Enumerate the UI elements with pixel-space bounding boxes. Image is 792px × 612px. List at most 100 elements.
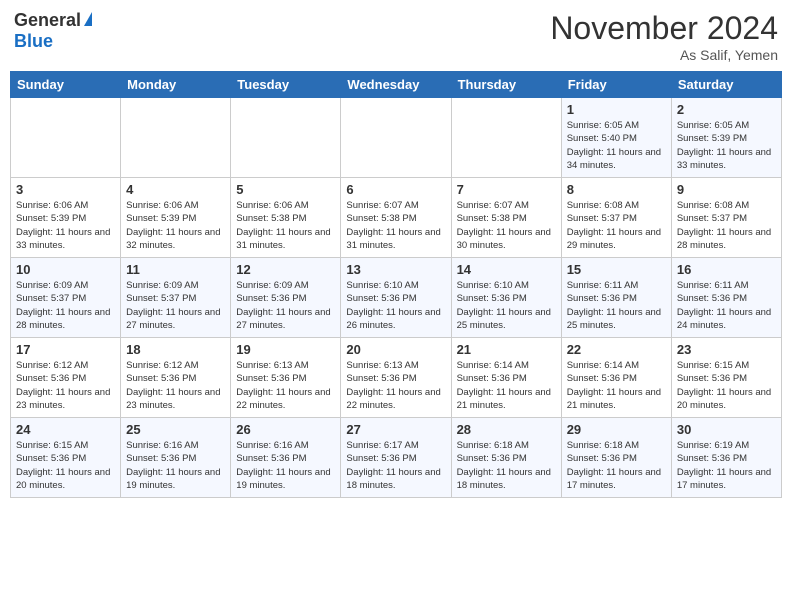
logo-general-text: General: [14, 10, 81, 31]
day-info: Sunrise: 6:07 AM Sunset: 5:38 PM Dayligh…: [457, 199, 556, 252]
day-number: 5: [236, 182, 335, 197]
day-cell: 24 Sunrise: 6:15 AM Sunset: 5:36 PM Dayli…: [11, 418, 121, 498]
day-cell: 19 Sunrise: 6:13 AM Sunset: 5:36 PM Dayli…: [231, 338, 341, 418]
day-number: 4: [126, 182, 225, 197]
day-number: 28: [457, 422, 556, 437]
day-info: Sunrise: 6:14 AM Sunset: 5:36 PM Dayligh…: [567, 359, 666, 412]
day-info: Sunrise: 6:06 AM Sunset: 5:39 PM Dayligh…: [16, 199, 115, 252]
day-cell: 30 Sunrise: 6:19 AM Sunset: 5:36 PM Dayli…: [671, 418, 781, 498]
day-number: 6: [346, 182, 445, 197]
day-number: 15: [567, 262, 666, 277]
day-info: Sunrise: 6:09 AM Sunset: 5:37 PM Dayligh…: [16, 279, 115, 332]
weekday-header-sunday: Sunday: [11, 72, 121, 98]
day-info: Sunrise: 6:09 AM Sunset: 5:36 PM Dayligh…: [236, 279, 335, 332]
day-info: Sunrise: 6:13 AM Sunset: 5:36 PM Dayligh…: [236, 359, 335, 412]
day-cell: 1Sunrise: 6:05 AM Sunset: 5:40 PM Daylig…: [561, 98, 671, 178]
day-number: 27: [346, 422, 445, 437]
day-info: Sunrise: 6:07 AM Sunset: 5:38 PM Dayligh…: [346, 199, 445, 252]
day-number: 30: [677, 422, 776, 437]
day-number: 22: [567, 342, 666, 357]
weekday-header-monday: Monday: [121, 72, 231, 98]
day-number: 29: [567, 422, 666, 437]
day-number: 7: [457, 182, 556, 197]
day-cell: 13 Sunrise: 6:10 AM Sunset: 5:36 PM Dayli…: [341, 258, 451, 338]
weekday-header-saturday: Saturday: [671, 72, 781, 98]
day-info: Sunrise: 6:11 AM Sunset: 5:36 PM Dayligh…: [567, 279, 666, 332]
calendar-week-row: 24 Sunrise: 6:15 AM Sunset: 5:36 PM Dayli…: [11, 418, 782, 498]
day-number: 24: [16, 422, 115, 437]
day-cell: 23 Sunrise: 6:15 AM Sunset: 5:36 PM Dayli…: [671, 338, 781, 418]
weekday-header-friday: Friday: [561, 72, 671, 98]
day-cell: 8 Sunrise: 6:08 AM Sunset: 5:37 PM Daylig…: [561, 178, 671, 258]
day-cell: 12 Sunrise: 6:09 AM Sunset: 5:36 PM Dayli…: [231, 258, 341, 338]
day-info: Sunrise: 6:12 AM Sunset: 5:36 PM Dayligh…: [16, 359, 115, 412]
day-info: Sunrise: 6:08 AM Sunset: 5:37 PM Dayligh…: [677, 199, 776, 252]
day-cell: 5Sunrise: 6:06 AM Sunset: 5:38 PM Daylig…: [231, 178, 341, 258]
day-info: Sunrise: 6:10 AM Sunset: 5:36 PM Dayligh…: [346, 279, 445, 332]
logo-triangle-icon: [84, 12, 92, 26]
day-number: 11: [126, 262, 225, 277]
day-info: Sunrise: 6:17 AM Sunset: 5:36 PM Dayligh…: [346, 439, 445, 492]
day-info: Sunrise: 6:16 AM Sunset: 5:36 PM Dayligh…: [236, 439, 335, 492]
day-info: Sunrise: 6:10 AM Sunset: 5:36 PM Dayligh…: [457, 279, 556, 332]
day-number: 1: [567, 102, 666, 117]
month-title: November 2024: [550, 10, 778, 47]
empty-day-cell: [121, 98, 231, 178]
day-cell: 25Sunrise: 6:16 AM Sunset: 5:36 PM Dayli…: [121, 418, 231, 498]
day-info: Sunrise: 6:12 AM Sunset: 5:36 PM Dayligh…: [126, 359, 225, 412]
empty-day-cell: [451, 98, 561, 178]
empty-day-cell: [231, 98, 341, 178]
day-info: Sunrise: 6:05 AM Sunset: 5:39 PM Dayligh…: [677, 119, 776, 172]
calendar-week-row: 3 Sunrise: 6:06 AM Sunset: 5:39 PM Daylig…: [11, 178, 782, 258]
location-text: As Salif, Yemen: [550, 47, 778, 63]
day-number: 12: [236, 262, 335, 277]
day-cell: 22 Sunrise: 6:14 AM Sunset: 5:36 PM Dayli…: [561, 338, 671, 418]
day-number: 26: [236, 422, 335, 437]
day-cell: 29 Sunrise: 6:18 AM Sunset: 5:36 PM Dayli…: [561, 418, 671, 498]
day-number: 8: [567, 182, 666, 197]
day-cell: 9 Sunrise: 6:08 AM Sunset: 5:37 PM Daylig…: [671, 178, 781, 258]
day-cell: 21 Sunrise: 6:14 AM Sunset: 5:36 PM Dayli…: [451, 338, 561, 418]
empty-day-cell: [11, 98, 121, 178]
weekday-header-tuesday: Tuesday: [231, 72, 341, 98]
day-cell: 4 Sunrise: 6:06 AM Sunset: 5:39 PM Daylig…: [121, 178, 231, 258]
day-number: 16: [677, 262, 776, 277]
day-info: Sunrise: 6:15 AM Sunset: 5:36 PM Dayligh…: [16, 439, 115, 492]
day-number: 10: [16, 262, 115, 277]
day-number: 9: [677, 182, 776, 197]
day-info: Sunrise: 6:15 AM Sunset: 5:36 PM Dayligh…: [677, 359, 776, 412]
logo: General Blue: [14, 10, 92, 52]
day-info: Sunrise: 6:06 AM Sunset: 5:39 PM Dayligh…: [126, 199, 225, 252]
day-cell: 28 Sunrise: 6:18 AM Sunset: 5:36 PM Dayli…: [451, 418, 561, 498]
day-number: 17: [16, 342, 115, 357]
day-info: Sunrise: 6:18 AM Sunset: 5:36 PM Dayligh…: [457, 439, 556, 492]
empty-day-cell: [341, 98, 451, 178]
day-cell: 17 Sunrise: 6:12 AM Sunset: 5:36 PM Dayli…: [11, 338, 121, 418]
day-cell: 2Sunrise: 6:05 AM Sunset: 5:39 PM Daylig…: [671, 98, 781, 178]
day-info: Sunrise: 6:18 AM Sunset: 5:36 PM Dayligh…: [567, 439, 666, 492]
day-info: Sunrise: 6:14 AM Sunset: 5:36 PM Dayligh…: [457, 359, 556, 412]
calendar-week-row: 1Sunrise: 6:05 AM Sunset: 5:40 PM Daylig…: [11, 98, 782, 178]
day-cell: 10 Sunrise: 6:09 AM Sunset: 5:37 PM Dayli…: [11, 258, 121, 338]
day-number: 21: [457, 342, 556, 357]
weekday-header-thursday: Thursday: [451, 72, 561, 98]
day-number: 25: [126, 422, 225, 437]
day-number: 3: [16, 182, 115, 197]
weekday-header-wednesday: Wednesday: [341, 72, 451, 98]
day-number: 13: [346, 262, 445, 277]
day-number: 19: [236, 342, 335, 357]
page-header: General Blue November 2024 As Salif, Yem…: [10, 10, 782, 63]
day-info: Sunrise: 6:19 AM Sunset: 5:36 PM Dayligh…: [677, 439, 776, 492]
calendar-table: SundayMondayTuesdayWednesdayThursdayFrid…: [10, 71, 782, 498]
calendar-week-row: 17 Sunrise: 6:12 AM Sunset: 5:36 PM Dayli…: [11, 338, 782, 418]
day-number: 23: [677, 342, 776, 357]
day-cell: 11Sunrise: 6:09 AM Sunset: 5:37 PM Dayli…: [121, 258, 231, 338]
day-cell: 15 Sunrise: 6:11 AM Sunset: 5:36 PM Dayli…: [561, 258, 671, 338]
day-number: 18: [126, 342, 225, 357]
day-cell: 14Sunrise: 6:10 AM Sunset: 5:36 PM Dayli…: [451, 258, 561, 338]
title-block: November 2024 As Salif, Yemen: [550, 10, 778, 63]
day-cell: 18 Sunrise: 6:12 AM Sunset: 5:36 PM Dayli…: [121, 338, 231, 418]
day-cell: 26 Sunrise: 6:16 AM Sunset: 5:36 PM Dayli…: [231, 418, 341, 498]
day-info: Sunrise: 6:11 AM Sunset: 5:36 PM Dayligh…: [677, 279, 776, 332]
day-info: Sunrise: 6:08 AM Sunset: 5:37 PM Dayligh…: [567, 199, 666, 252]
